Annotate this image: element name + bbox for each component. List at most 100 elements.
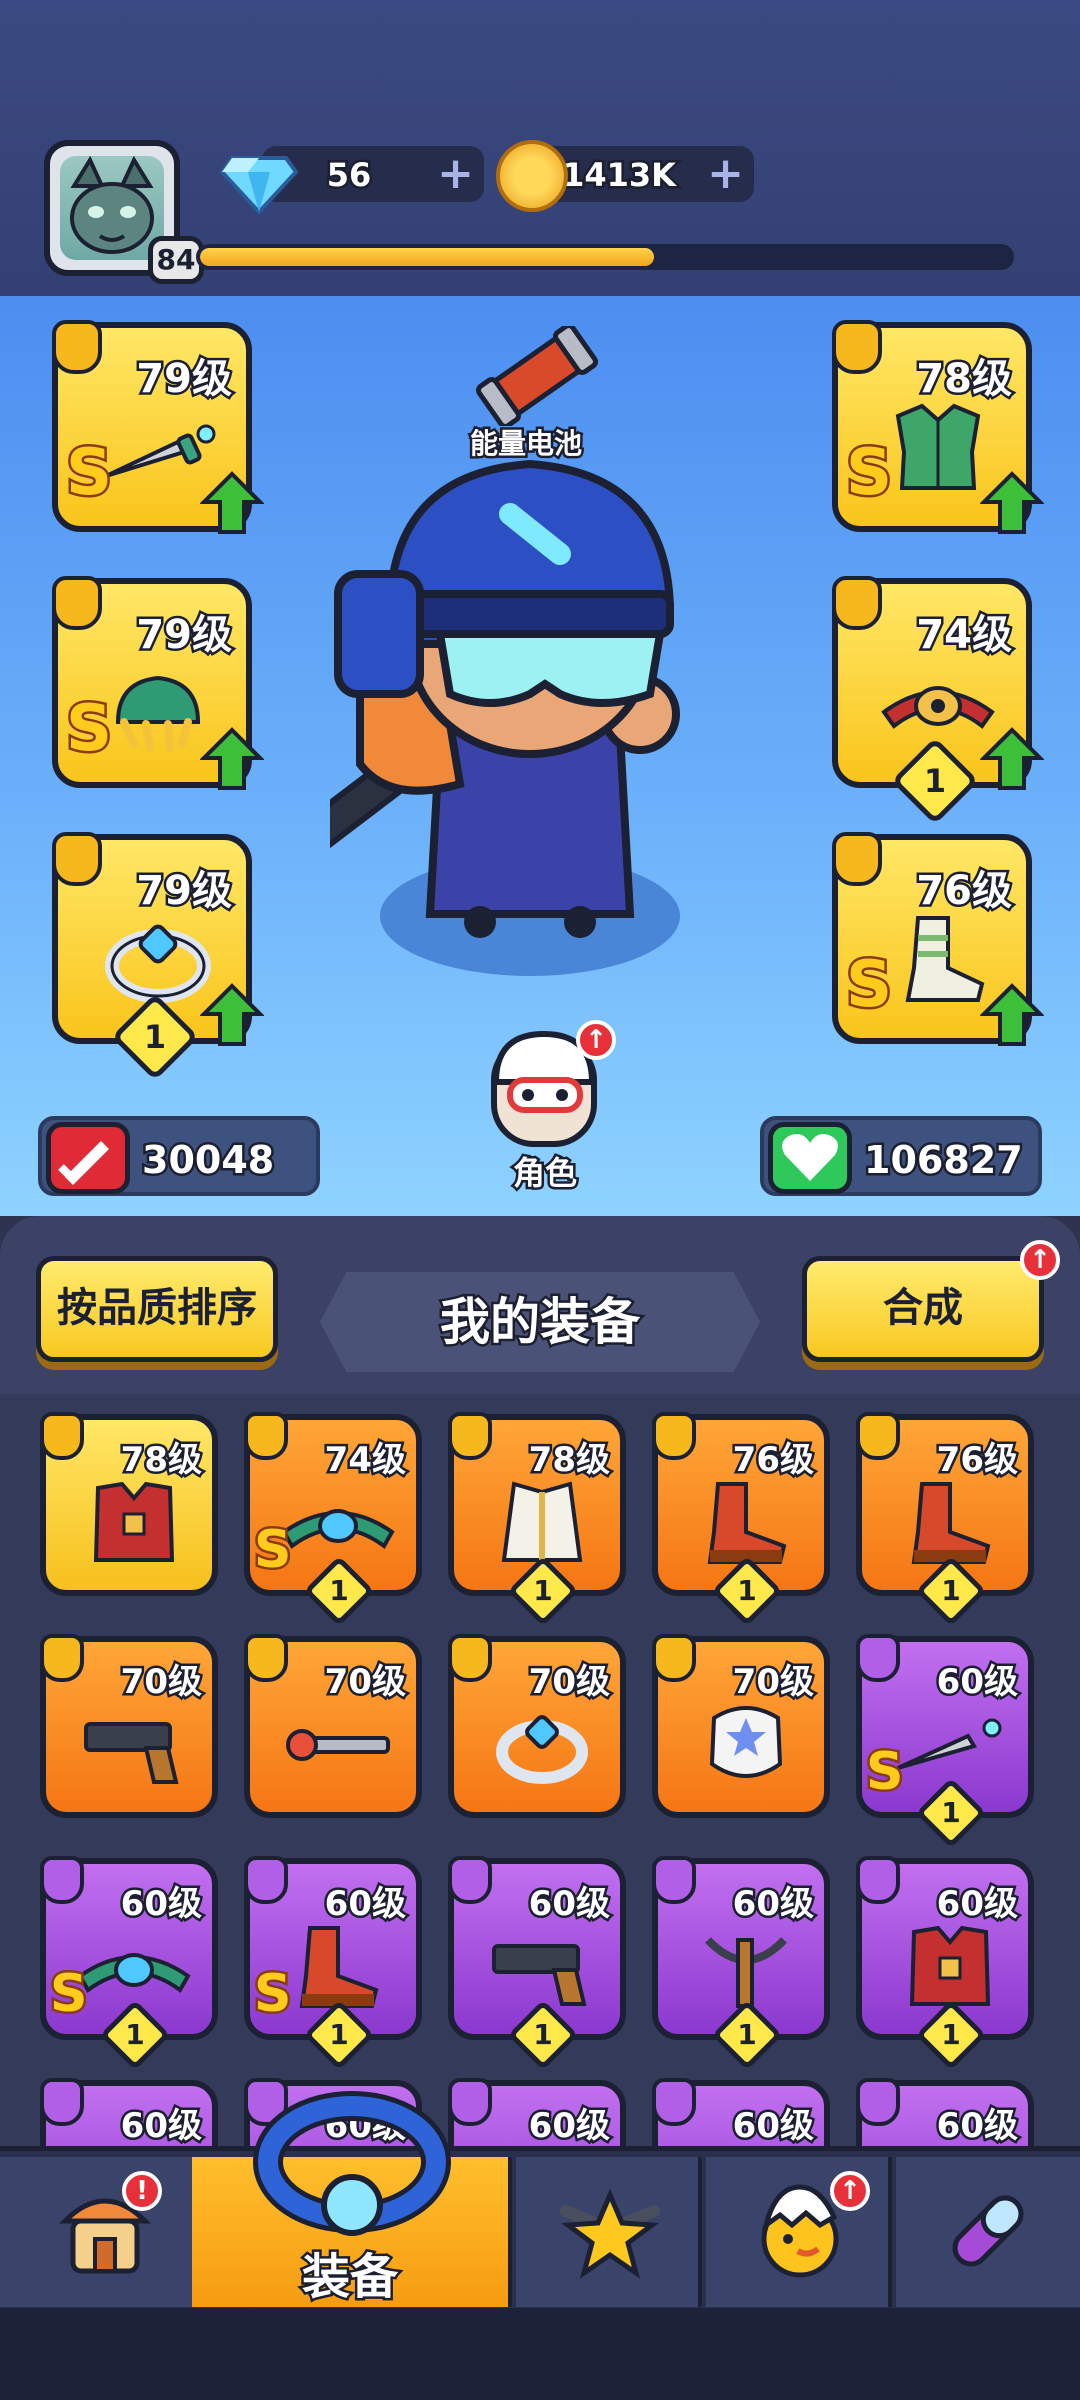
equipment-card[interactable]: 76级 1 — [856, 1412, 1034, 1627]
slot-weapon[interactable]: 79级 S — [52, 320, 264, 534]
item-level: 60级 — [730, 1882, 816, 1927]
slot-boots[interactable]: 76级 S — [832, 832, 1044, 1046]
grade-s: S — [843, 946, 894, 1025]
slot-belt[interactable]: 74级 1 — [832, 576, 1044, 825]
top-bar: 84 56 + 1413K + — [0, 0, 1080, 296]
hero-character — [330, 459, 680, 938]
sword-icon — [46, 1122, 130, 1194]
upgrade-arrow-icon — [200, 983, 264, 1046]
item-level: 78级 — [118, 1438, 204, 1483]
grade-s: S — [63, 434, 114, 513]
xp-progress-fill — [200, 248, 654, 266]
upgrade-arrow-icon — [980, 983, 1044, 1046]
item-type-icon — [448, 1634, 492, 1682]
armor-type-icon — [832, 320, 882, 374]
role-label: 角色 — [510, 1152, 579, 1195]
equipment-card[interactable]: 70级 — [40, 1634, 218, 1818]
slot-armor[interactable]: 78级 S — [832, 320, 1044, 534]
item-level: 60级 — [526, 1882, 612, 1927]
grade-s: S — [63, 690, 114, 769]
grade-s: S — [863, 1740, 906, 1805]
item-type-icon — [448, 2078, 492, 2126]
equipment-card[interactable]: 60级 S 1 — [244, 1856, 422, 2071]
merge-button[interactable]: 合成 — [802, 1256, 1044, 1362]
coat-icon — [501, 1481, 583, 1562]
item-level: 70级 — [322, 1660, 408, 1705]
dagger-icon — [897, 1718, 1002, 1770]
upgrade-arrow-icon — [200, 727, 264, 790]
item-type-icon — [40, 1412, 84, 1460]
system-bottom-bar — [0, 2308, 1080, 2400]
nav-shop[interactable]: ! — [0, 2157, 210, 2307]
item-level: 60级 — [118, 1882, 204, 1927]
merge-notify-badge-icon: ↑ — [1020, 1240, 1060, 1280]
weapon-type-icon — [52, 320, 102, 374]
sort-by-quality-button[interactable]: 按品质排序 — [36, 1256, 278, 1362]
item-type-icon — [244, 1856, 288, 1904]
equipment-card[interactable]: 60级 1 — [856, 1856, 1034, 2071]
equipment-card[interactable]: 60级 1 — [448, 1856, 626, 2071]
item-type-icon — [652, 1634, 696, 1682]
pets-upgrade-badge-icon: ↑ — [830, 2171, 870, 2211]
item-level: 78级 — [526, 1438, 612, 1483]
role-button[interactable]: ↑ — [478, 1020, 616, 1150]
equipment-card[interactable]: 60级 1 — [652, 1856, 830, 2071]
item-type-icon — [244, 1634, 288, 1682]
belt-icon — [281, 1509, 395, 1549]
crossbow-icon — [705, 1937, 787, 2008]
boots-icon — [707, 1482, 787, 1564]
heart-icon — [768, 1122, 852, 1194]
boots-icon — [911, 1482, 991, 1564]
equipment-card[interactable]: 78级 — [40, 1412, 218, 1596]
item-type-icon — [40, 2078, 84, 2126]
item-type-icon — [40, 1856, 84, 1904]
wand-icon — [286, 1729, 390, 1761]
equipment-card[interactable]: 70级 — [448, 1634, 626, 1818]
star-guns-icon — [560, 2188, 660, 2279]
upgrade-arrow-icon — [200, 471, 264, 534]
merge-button-label: 合成 — [883, 1285, 963, 1331]
item-type-icon — [448, 1412, 492, 1460]
equipment-card[interactable]: 74级 S 1 — [244, 1412, 422, 1627]
vest-icon — [93, 1481, 175, 1562]
belt-icon — [77, 1953, 191, 1993]
item-level: 70级 — [526, 1660, 612, 1705]
item-level: 60级 — [934, 2104, 1020, 2149]
add-gems-button[interactable]: + — [437, 152, 474, 196]
equipment-card[interactable]: 60级 S 1 — [40, 1856, 218, 2071]
hero-equipment-panel: 79级 S 79级 S 79级 1 78级 S 74级 1 76级 S 能量电池… — [0, 296, 1080, 1216]
pistol-icon — [492, 1944, 587, 2006]
nav-pets[interactable]: ↑ — [706, 2157, 892, 2307]
item-level: 60级 — [526, 2104, 612, 2149]
grade-s: S — [251, 1518, 294, 1583]
pistol-icon — [84, 1722, 179, 1784]
ring-icon — [496, 1715, 588, 1784]
nav-talents[interactable] — [516, 2157, 702, 2307]
nav-equipment[interactable]: 装备 — [192, 2091, 512, 2308]
equipment-card[interactable]: 70级 — [652, 1634, 830, 1818]
item-level: 60级 — [934, 1882, 1020, 1927]
item-level: 74级 — [322, 1438, 408, 1483]
attack-stat: 30048 — [38, 1116, 320, 1196]
shop-alert-badge-icon: ! — [122, 2171, 162, 2211]
my-equipment-title: 我的装备 — [320, 1272, 760, 1372]
grade-s: S — [843, 434, 894, 513]
equipment-card[interactable]: 70级 — [244, 1634, 422, 1818]
item-type-icon — [856, 2078, 900, 2126]
equipment-card[interactable]: 76级 1 — [652, 1412, 830, 1627]
upgrade-arrow-icon — [980, 727, 1044, 790]
equipment-card[interactable]: 78级 1 — [448, 1412, 626, 1627]
nav-capsule[interactable] — [896, 2157, 1080, 2307]
item-type-icon — [856, 1634, 900, 1682]
boots-type-icon — [832, 832, 882, 886]
item-level: 60级 — [118, 2104, 204, 2149]
equipment-card[interactable]: 60级 S 1 — [856, 1634, 1034, 1849]
slot-glove[interactable]: 79级 S — [52, 576, 264, 790]
energy-battery-icon[interactable] — [472, 326, 602, 426]
glove-icon — [709, 1706, 783, 1778]
slot-ring[interactable]: 79级 1 — [52, 832, 264, 1081]
add-coins-button[interactable]: + — [707, 152, 744, 196]
boots-icon — [299, 1926, 379, 2008]
inventory-panel: 按品质排序 我的装备 合成 ↑ 78级 74级 S 1 78级 1 76级 1 76级 1 70级 7… — [0, 1216, 1080, 2262]
item-level: 70级 — [118, 1660, 204, 1705]
